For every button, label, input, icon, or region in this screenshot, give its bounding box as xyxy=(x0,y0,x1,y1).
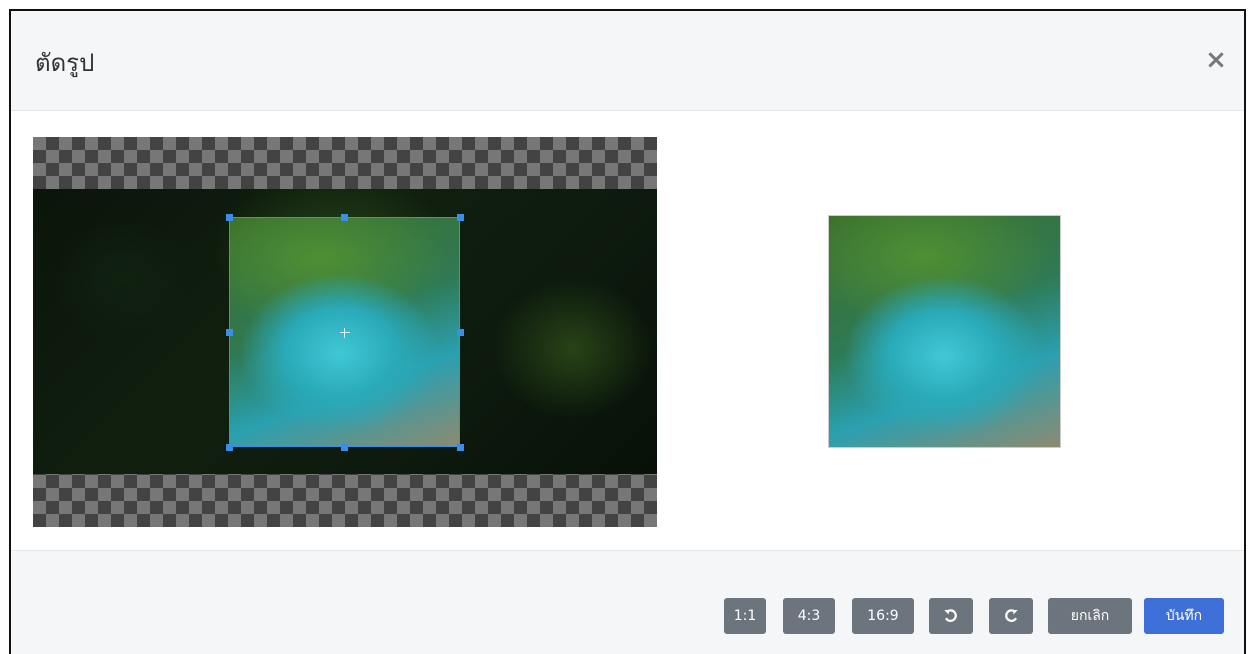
crop-center-marker xyxy=(344,328,345,338)
crop-mask xyxy=(33,137,657,217)
crop-handle-ne[interactable] xyxy=(457,214,464,221)
modal-body xyxy=(11,112,1244,550)
crop-center-marker xyxy=(340,332,350,333)
crop-canvas[interactable] xyxy=(33,137,657,527)
ratio-1-1-button[interactable]: 1:1 xyxy=(724,598,766,634)
modal-header: ตัดรูป × xyxy=(11,11,1244,111)
close-button[interactable]: × xyxy=(1204,45,1228,75)
crop-mask xyxy=(33,217,229,447)
crop-mask xyxy=(460,217,657,447)
rotate-left-icon xyxy=(944,609,957,622)
save-button[interactable]: บันทึก xyxy=(1144,598,1224,634)
crop-handle-s[interactable] xyxy=(341,444,348,451)
rotate-left-button[interactable] xyxy=(929,598,973,634)
modal-title: ตัดรูป xyxy=(35,49,95,77)
modal-footer: 1:1 4:3 16:9 ยกเลิก บันทึก xyxy=(11,550,1244,654)
crop-handle-w[interactable] xyxy=(226,329,233,336)
rotate-right-icon xyxy=(1005,609,1018,622)
crop-modal: ตัดรูป × 1:1 4:3 16:9 ยกเลิก บันทึก xyxy=(9,9,1246,654)
ratio-16-9-button[interactable]: 16:9 xyxy=(852,598,914,634)
crop-preview xyxy=(828,215,1061,448)
ratio-4-3-button[interactable]: 4:3 xyxy=(783,598,835,634)
crop-mask xyxy=(33,447,657,527)
crop-handle-n[interactable] xyxy=(341,214,348,221)
crop-selection-box[interactable] xyxy=(229,217,460,447)
crop-handle-sw[interactable] xyxy=(226,444,233,451)
rotate-right-button[interactable] xyxy=(989,598,1033,634)
crop-handle-nw[interactable] xyxy=(226,214,233,221)
crop-handle-e[interactable] xyxy=(457,329,464,336)
crop-handle-se[interactable] xyxy=(457,444,464,451)
cancel-button[interactable]: ยกเลิก xyxy=(1048,598,1132,634)
